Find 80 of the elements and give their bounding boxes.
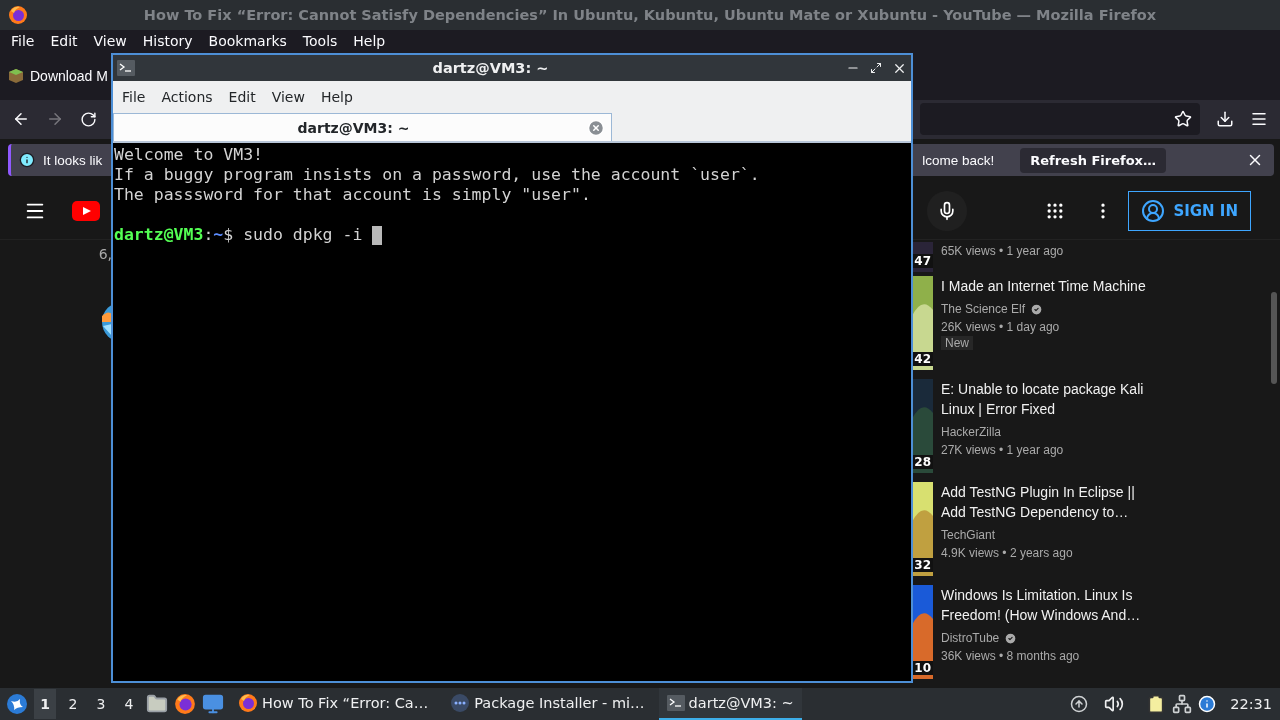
prompt-path: ~	[213, 225, 224, 245]
notification-icon[interactable]	[1198, 695, 1217, 713]
clock: 22:31	[1230, 696, 1272, 712]
download-icon[interactable]	[1216, 110, 1234, 129]
menu-item[interactable]: Help	[345, 32, 394, 49]
taskbar-task[interactable]: How To Fix “Error: Ca…	[230, 688, 437, 720]
video-meta: 36K views • 8 months ago	[941, 648, 1080, 665]
channel-name[interactable]: DistroTube	[941, 629, 1000, 647]
browser-tab[interactable]: Download M	[30, 67, 108, 84]
close-tab-icon[interactable]	[587, 118, 605, 137]
maximize-icon[interactable]	[870, 62, 882, 74]
sign-in-button[interactable]: SIGN IN	[1128, 191, 1251, 232]
notification-text: lcome back!	[922, 152, 995, 168]
firefox-icon	[238, 693, 258, 713]
menu-item[interactable]: View	[85, 32, 135, 49]
terminal-icon	[666, 695, 685, 711]
menu-item[interactable]: File	[3, 32, 43, 49]
terminal-line: If a buggy program insists on a password, use the account `user`.	[114, 165, 760, 185]
dots-icon	[450, 693, 471, 713]
terminal-line: The passsword for that account is simply "user".	[114, 185, 591, 205]
workspace-button[interactable]: 3	[90, 689, 112, 719]
menu-item[interactable]: Edit	[42, 32, 86, 49]
video-meta: 27K views • 1 year ago	[941, 442, 1064, 459]
info-icon	[19, 152, 35, 169]
network-icon[interactable]	[1172, 694, 1193, 714]
scrollbar[interactable]	[1271, 292, 1277, 384]
video-title[interactable]: Add TestNG Plugin In Eclipse || Add TestNG Dependency to…	[941, 482, 1153, 522]
video-title[interactable]: I Made an Internet Time Machine	[941, 276, 1146, 296]
prompt-command: $ sudo dpkg -i	[223, 225, 363, 245]
video-duration: 32	[912, 558, 933, 572]
url-field[interactable]	[920, 103, 1200, 136]
text-cursor	[372, 225, 383, 245]
window-title: How To Fix “Error: Cannot Satisfy Dependencies” In Ubuntu, Kubuntu, Ubuntu Mate or Xubuntu - YouTube — Mozilla Firefox	[142, 6, 1158, 23]
menu-item[interactable]: Tools	[294, 32, 346, 49]
star-icon[interactable]	[1174, 110, 1192, 129]
workspace-button[interactable]: 2	[62, 689, 84, 719]
channel-name[interactable]: HackerZilla	[941, 423, 1001, 441]
youtube-logo-icon[interactable]	[72, 201, 100, 222]
start-menu-icon[interactable]	[6, 693, 28, 715]
desktop-icon[interactable]	[202, 693, 224, 715]
volume-icon[interactable]	[1104, 694, 1125, 714]
terminal-line: Welcome to VM3!	[114, 145, 263, 165]
terminal-icon	[117, 60, 135, 76]
video-duration: 42	[912, 352, 933, 366]
firefox-icon	[8, 4, 28, 25]
menu-item[interactable]: File	[114, 89, 154, 105]
channel-name[interactable]: The Science Elf	[941, 300, 1026, 318]
taskbar-task[interactable]: Package Installer - mi…	[442, 688, 653, 720]
user-icon	[1141, 199, 1166, 224]
video-duration: 47	[912, 254, 933, 268]
workspace-button[interactable]: 1	[34, 689, 56, 719]
new-badge: New	[941, 336, 973, 350]
menu-item[interactable]: History	[134, 32, 201, 49]
terminal-tab[interactable]: dartz@VM3: ~	[113, 113, 612, 141]
video-meta: 65K views • 1 year ago	[941, 243, 1064, 260]
reload-icon[interactable]	[80, 111, 97, 128]
video-duration: 28	[912, 455, 933, 469]
menu-item[interactable]: Edit	[220, 89, 264, 105]
package-icon	[8, 67, 24, 84]
menu-item[interactable]: Help	[312, 89, 361, 105]
video-duration: 10	[912, 661, 933, 675]
prompt-separator: :	[203, 225, 214, 245]
workspace-button[interactable]: 4	[118, 689, 140, 719]
eject-icon[interactable]	[1070, 695, 1089, 713]
refresh-button[interactable]: Refresh Firefox…	[1020, 147, 1166, 173]
file-manager-icon[interactable]	[146, 693, 168, 715]
video-title[interactable]: E: Unable to locate package Kali Linux | Error Fixed	[941, 379, 1153, 419]
firefox-icon	[174, 693, 196, 715]
menu-item[interactable]: Bookmarks	[200, 32, 295, 49]
video-meta: 4.9K views • 2 years ago	[941, 545, 1073, 562]
notification-text: It looks lik	[43, 152, 103, 168]
window-title: dartz@VM3: ~	[431, 60, 550, 76]
menu-item[interactable]: View	[263, 89, 313, 105]
menu-item[interactable]: Actions	[153, 89, 221, 105]
taskbar-task[interactable]: dartz@VM3: ~	[658, 688, 802, 720]
video-meta: 26K views • 1 day ago	[941, 319, 1060, 336]
channel-name[interactable]: TechGiant	[941, 526, 996, 544]
view-count: 6,	[98, 246, 112, 262]
prompt-user: dartz@VM3	[114, 225, 204, 245]
video-title[interactable]: Windows Is Limitation. Linux Is Freedom! (How Windows And…	[941, 585, 1153, 625]
